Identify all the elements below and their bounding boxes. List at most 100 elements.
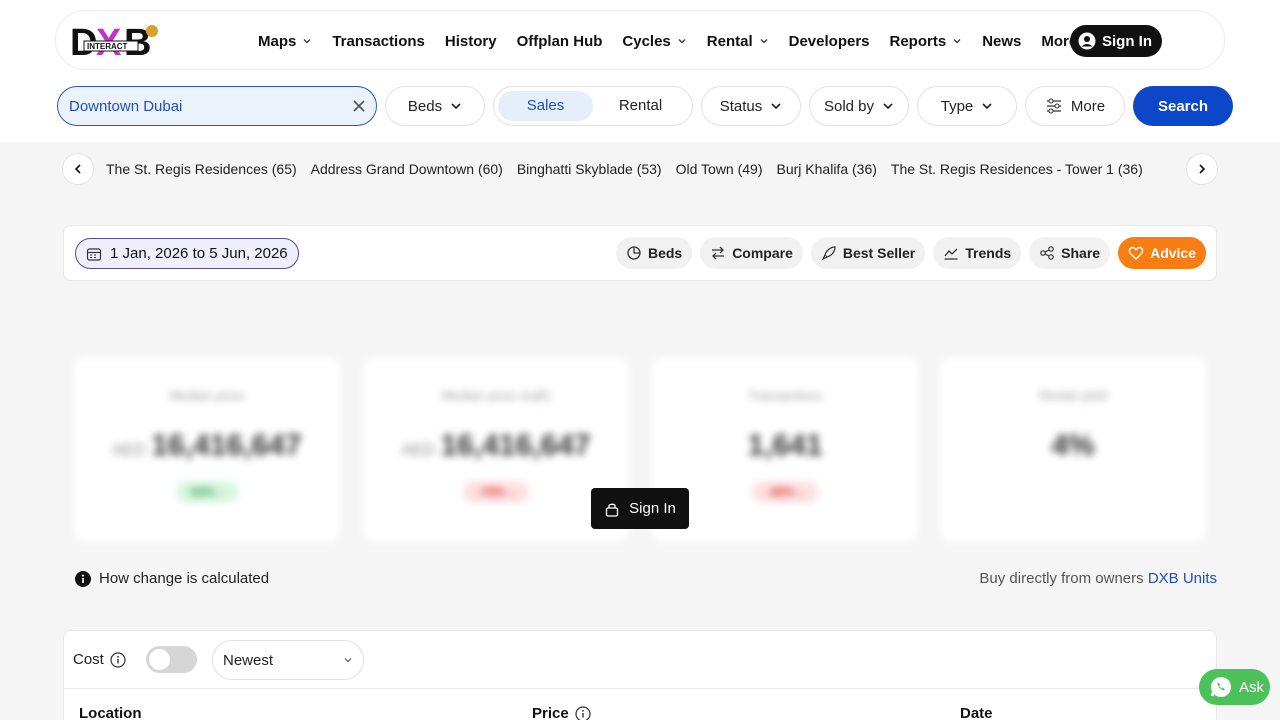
stat-value: AED 16,416,647 — [401, 429, 590, 463]
toggle-knob — [149, 649, 170, 670]
column-location-label: Location — [79, 705, 142, 720]
buy-from-owners: Buy directly from owners DXB Units — [979, 570, 1217, 587]
compare-arrows-icon — [712, 246, 725, 260]
info-outline-icon[interactable] — [575, 705, 591, 720]
ask-label: Ask — [1239, 678, 1265, 696]
status-filter[interactable]: Status — [701, 86, 801, 126]
building-chip[interactable]: Address Grand Downtown (60) — [311, 161, 503, 177]
date-range-label: 1 Jan, 2026 to 5 Jun, 2026 — [110, 245, 288, 262]
status-filter-label: Status — [719, 97, 763, 115]
stat-card-rental-yield: Rental yield 4% — [940, 358, 1206, 542]
info-outline-icon[interactable] — [110, 651, 126, 668]
stat-currency: AED — [401, 442, 435, 459]
sign-in-overlay-label: Sign In — [629, 500, 676, 517]
column-location[interactable]: Location — [79, 705, 142, 720]
column-price-label: Price — [532, 705, 569, 720]
share-button[interactable]: Share — [1029, 237, 1111, 269]
building-chip[interactable]: Binghatti Skyblade (53) — [517, 161, 662, 177]
nav-maps[interactable]: Maps — [258, 33, 312, 50]
chevron-down-icon — [344, 658, 352, 663]
building-chip[interactable]: The St. Regis Residences (65) — [106, 161, 297, 177]
stat-card-median-price-sqft: Median price (sqft) AED 16,416,647 -78% ↓ — [363, 358, 629, 542]
beds-filter[interactable]: Beds — [385, 86, 485, 126]
heart-icon — [1128, 246, 1144, 260]
beds-filter-label: Beds — [407, 97, 443, 115]
svg-text:INTERACT: INTERACT — [87, 42, 128, 51]
nav-card: D X B INTERACT Maps Transactions History… — [55, 10, 1225, 70]
transactions-table: Cost Newest Location Price Date — [63, 630, 1218, 720]
chevron-down-icon — [303, 39, 311, 44]
nav-developers[interactable]: Developers — [789, 33, 870, 50]
how-change-label: How change is calculated — [99, 570, 270, 587]
cost-toggle[interactable] — [146, 646, 197, 673]
cost-label-group: Cost — [73, 651, 126, 668]
stat-currency: AED — [112, 442, 146, 459]
whatsapp-ask-button[interactable]: Ask — [1199, 669, 1270, 705]
type-filter[interactable]: Type — [917, 86, 1017, 126]
chevron-left-icon — [74, 164, 81, 174]
stat-number: 16,416,647 — [151, 429, 302, 462]
scroll-left-button[interactable] — [62, 153, 94, 185]
stat-label: Transactions — [748, 388, 822, 403]
stat-label: Median price — [169, 388, 245, 403]
nav-reports[interactable]: Reports — [890, 33, 963, 50]
sort-select[interactable]: Newest — [212, 640, 364, 680]
sign-in-overlay-button[interactable]: Sign In — [591, 488, 689, 529]
calendar-icon — [86, 247, 102, 261]
building-chip[interactable]: Burj Khalifa (36) — [777, 161, 877, 177]
table-header: Location Price Date — [64, 688, 1218, 720]
sales-tab[interactable]: Sales — [498, 91, 593, 121]
column-date[interactable]: Date — [960, 705, 993, 720]
sign-in-label: Sign In — [1102, 32, 1152, 50]
nav-offplan-hub[interactable]: Offplan Hub — [517, 33, 603, 50]
stat-value: 4% — [1051, 429, 1094, 463]
sign-in-button[interactable]: Sign In — [1070, 25, 1162, 57]
nav-rental[interactable]: Rental — [707, 33, 769, 50]
dxb-units-link[interactable]: DXB Units — [1148, 570, 1217, 587]
lock-icon — [605, 503, 619, 517]
advice-button[interactable]: Advice — [1118, 237, 1206, 269]
advice-label: Advice — [1150, 245, 1196, 261]
chevron-down-icon — [678, 39, 686, 44]
sales-rental-toggle: Sales Rental — [493, 86, 693, 126]
building-chip[interactable]: Old Town (49) — [676, 161, 763, 177]
scroll-right-button[interactable] — [1186, 153, 1218, 185]
beds-tool-label: Beds — [647, 245, 683, 261]
building-chips-row: The St. Regis Residences (65) Address Gr… — [62, 152, 1218, 186]
compare-button[interactable]: Compare — [700, 237, 803, 269]
column-price[interactable]: Price — [532, 705, 591, 720]
rental-tab[interactable]: Rental — [593, 91, 688, 121]
beds-tool-button[interactable]: Beds — [615, 237, 693, 269]
nav-cycles[interactable]: Cycles — [622, 33, 686, 50]
more-filters-button[interactable]: More — [1025, 86, 1125, 126]
stat-value: 1,641 — [747, 429, 822, 463]
nav-history[interactable]: History — [445, 33, 497, 50]
search-button[interactable]: Search — [1133, 86, 1233, 126]
how-change-calculated-link[interactable]: How change is calculated — [75, 570, 269, 587]
best-seller-button[interactable]: Best Seller — [810, 237, 926, 269]
nav-news[interactable]: News — [982, 33, 1021, 50]
nav-transactions[interactable]: Transactions — [332, 33, 425, 50]
trend-chart-icon — [944, 248, 958, 260]
location-search-input[interactable] — [69, 97, 329, 115]
more-filters-label: More — [1070, 97, 1106, 115]
clear-icon[interactable] — [352, 99, 366, 113]
chevron-down-icon — [771, 103, 781, 110]
stat-change-badge: -78% ↓ — [463, 481, 529, 503]
building-chips: The St. Regis Residences (65) Address Gr… — [106, 152, 1182, 186]
stat-change-badge: 54% ↑ — [176, 481, 238, 503]
best-seller-label: Best Seller — [842, 245, 916, 261]
stat-number: 1,641 — [747, 429, 823, 462]
location-search[interactable] — [57, 86, 377, 126]
date-range-picker[interactable]: 1 Jan, 2026 to 5 Jun, 2026 — [75, 238, 299, 269]
sold-by-filter[interactable]: Sold by — [809, 86, 909, 126]
stat-card-transactions: Transactions 1,641 -48% ↓ — [652, 358, 918, 542]
type-filter-label: Type — [940, 97, 974, 115]
chevron-down-icon — [760, 39, 768, 44]
dxb-interact-logo[interactable]: D X B INTERACT — [70, 19, 162, 63]
trends-button[interactable]: Trends — [933, 237, 1022, 269]
cost-label: Cost — [73, 651, 104, 668]
top-bar: D X B INTERACT Maps Transactions History… — [0, 0, 1280, 142]
stat-card-median-price: Median price AED 16,416,647 54% ↑ — [74, 358, 340, 542]
building-chip[interactable]: The St. Regis Residences - Tower 1 (36) — [891, 161, 1143, 177]
